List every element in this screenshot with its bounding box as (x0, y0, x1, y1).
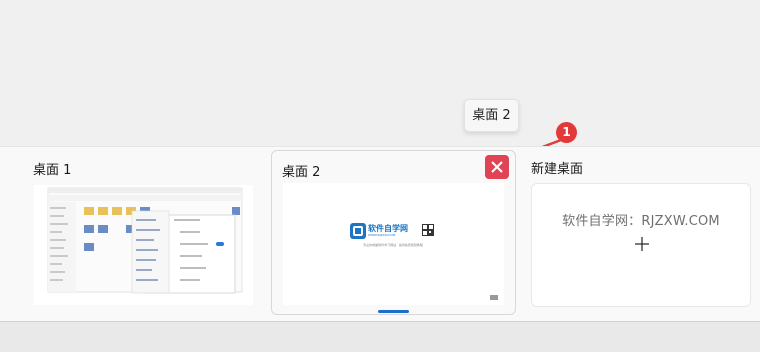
plus-icon (635, 237, 649, 251)
desktop-1-thumbnail (34, 185, 253, 305)
watermark-text: 软件自学网：RJZXW.COM (562, 214, 720, 229)
active-desktop-indicator (378, 310, 409, 313)
site-logo: 软件自学网 WWW.RJZXW.COM (350, 221, 435, 241)
taskbar-edge (0, 321, 760, 352)
explorer-windows-thumbnail (47, 187, 243, 294)
qr-code-icon (422, 224, 434, 236)
desktop-card-2[interactable]: 桌面 2 软件自学网 WWW.RJZXW.COM 专业的电脑软件学习网站 · 提… (271, 150, 516, 315)
desktop-1-label: 桌面 1 (33, 163, 72, 178)
desktop-2-label: 桌面 2 (282, 165, 321, 180)
desktop-2-thumbnail: 软件自学网 WWW.RJZXW.COM 专业的电脑软件学习网站 · 提供免费视频… (283, 183, 504, 305)
new-desktop-button[interactable]: 软件自学网：RJZXW.COM (531, 183, 751, 307)
desktop-card-1[interactable]: 桌面 1 (22, 150, 264, 313)
close-icon (491, 161, 503, 173)
logo-subtitle: 专业的电脑软件学习网站 · 提供免费视频教程 (363, 243, 423, 247)
tray-icon (490, 295, 498, 300)
logo-icon (350, 223, 366, 239)
close-desktop-button[interactable] (485, 155, 509, 179)
new-desktop-label: 新建桌面 (531, 162, 584, 177)
